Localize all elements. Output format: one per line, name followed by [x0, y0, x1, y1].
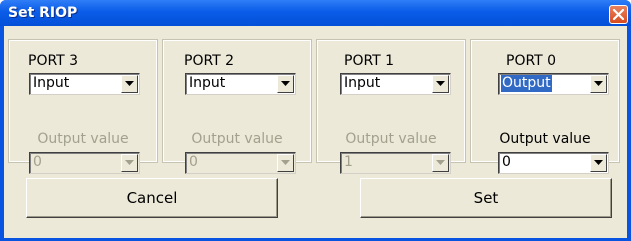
- port0-label: PORT 0: [506, 53, 557, 69]
- port3-mode-value: Input: [33, 75, 70, 91]
- port2-panel: PORT 2 Input Output value 0: [162, 39, 312, 174]
- port2-output-select: 0: [185, 152, 296, 174]
- port1-label: PORT 1: [344, 53, 395, 69]
- chevron-down-icon: [432, 154, 449, 172]
- port0-output-select[interactable]: 0: [498, 152, 609, 174]
- port1-output-label: Output value: [345, 131, 437, 147]
- port3-output-value: 0: [33, 154, 42, 170]
- port1-output-select: 1: [340, 152, 451, 174]
- port3-mode-select[interactable]: Input: [29, 73, 140, 95]
- close-icon[interactable]: [609, 5, 628, 24]
- window-title: Set RIOP: [8, 5, 78, 21]
- port1-panel: PORT 1 Input Output value 1: [316, 39, 466, 174]
- chevron-down-icon[interactable]: [277, 75, 294, 93]
- port0-mode-select[interactable]: Output: [498, 73, 609, 95]
- port3-panel: PORT 3 Input Output value 0: [8, 39, 158, 174]
- set-button[interactable]: Set: [360, 178, 612, 218]
- port0-output-value: 0: [502, 154, 511, 170]
- port2-mode-value: Input: [189, 75, 226, 91]
- chevron-down-icon[interactable]: [590, 154, 607, 172]
- port1-mode-value: Input: [344, 75, 381, 91]
- chevron-down-icon[interactable]: [432, 75, 449, 93]
- chevron-down-icon: [277, 154, 294, 172]
- port3-label: PORT 3: [28, 53, 79, 69]
- port2-label: PORT 2: [184, 53, 235, 69]
- chevron-down-icon[interactable]: [121, 75, 138, 93]
- title-bar[interactable]: Set RIOP: [0, 0, 631, 26]
- port2-output-value: 0: [189, 154, 198, 170]
- port0-panel: PORT 0 Output Output value 0: [470, 39, 620, 174]
- port1-output-value: 1: [344, 154, 353, 170]
- port2-output-label: Output value: [191, 131, 283, 147]
- dialog-client-area: PORT 3 Input Output value 0 PORT 2 Input…: [4, 26, 627, 238]
- port3-output-label: Output value: [37, 131, 129, 147]
- port2-mode-select[interactable]: Input: [185, 73, 296, 95]
- chevron-down-icon: [121, 154, 138, 172]
- dialog-window: Set RIOP PORT 3 Input Output value 0 POR…: [0, 0, 631, 241]
- chevron-down-icon[interactable]: [590, 75, 607, 93]
- port3-output-select: 0: [29, 152, 140, 174]
- cancel-button[interactable]: Cancel: [26, 178, 278, 218]
- port1-mode-select[interactable]: Input: [340, 73, 451, 95]
- port0-output-label: Output value: [499, 131, 591, 147]
- port0-mode-value: Output: [501, 75, 552, 92]
